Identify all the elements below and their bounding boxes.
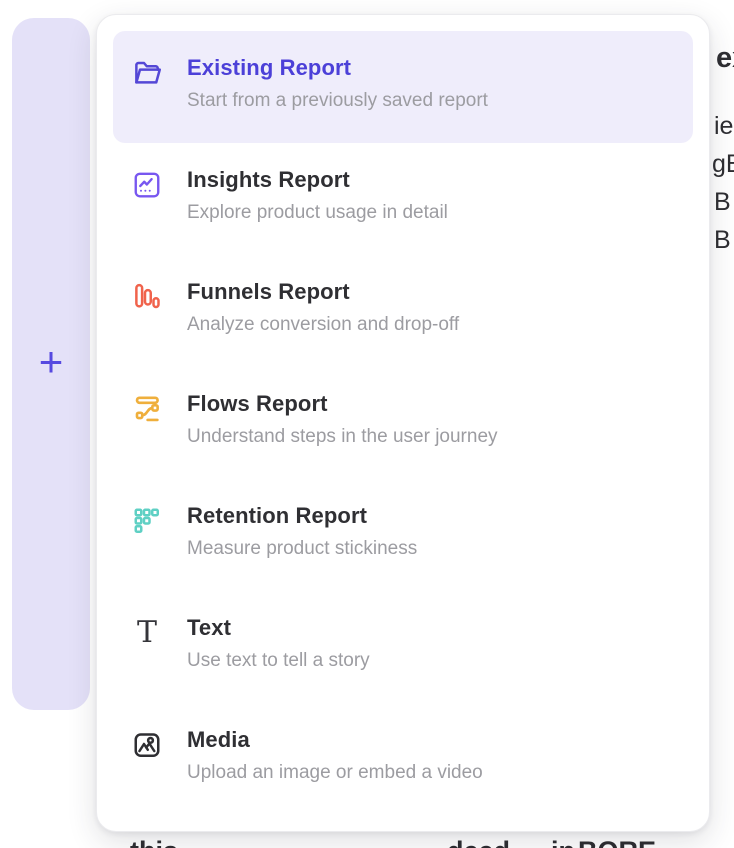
funnel-bars-icon	[131, 281, 163, 313]
background-text-fragment: B	[714, 188, 731, 217]
menu-item-title: Text	[187, 615, 370, 641]
menu-item-subtitle: Use text to tell a story	[187, 650, 370, 673]
menu-item-retention-report[interactable]: Retention Report Measure product stickin…	[113, 479, 693, 591]
menu-item-title: Retention Report	[187, 503, 417, 529]
menu-item-subtitle: Analyze conversion and drop-off	[187, 314, 459, 337]
retention-grid-icon	[131, 505, 163, 537]
text-serif-icon: T	[131, 617, 163, 649]
background-bottom-text: this deed in BORE	[96, 836, 734, 848]
menu-item-title: Existing Report	[187, 55, 488, 81]
menu-item-title: Funnels Report	[187, 279, 459, 305]
menu-item-funnels-report[interactable]: Funnels Report Analyze conversion and dr…	[113, 255, 693, 367]
menu-item-subtitle: Understand steps in the user journey	[187, 426, 498, 449]
menu-item-title: Flows Report	[187, 391, 498, 417]
plus-icon: +	[39, 341, 64, 383]
menu-item-insights-report[interactable]: Insights Report Explore product usage in…	[113, 143, 693, 255]
menu-item-subtitle: Upload an image or embed a video	[187, 762, 483, 785]
add-card-rail[interactable]: +	[12, 18, 90, 710]
menu-item-title: Insights Report	[187, 167, 448, 193]
menu-item-title: Media	[187, 727, 483, 753]
menu-item-media[interactable]: Media Upload an image or embed a video	[113, 703, 693, 815]
background-text-fragment: B	[714, 226, 731, 255]
insights-chart-icon	[131, 169, 163, 201]
background-text-fragment: ex	[716, 42, 734, 75]
background-text-fragment: gB	[712, 150, 734, 179]
menu-item-flows-report[interactable]: Flows Report Understand steps in the use…	[113, 367, 693, 479]
flows-icon	[131, 393, 163, 425]
menu-item-text[interactable]: T Text Use text to tell a story	[113, 591, 693, 703]
board-page: ex ie gB B B this deed in BORE + Existin…	[0, 0, 734, 848]
background-text-fragment: this	[130, 836, 178, 848]
background-text-fragment: BORE	[578, 836, 656, 848]
media-image-icon	[131, 729, 163, 761]
background-text-fragment: deed	[447, 836, 510, 848]
menu-item-subtitle: Start from a previously saved report	[187, 90, 488, 113]
add-card-menu: Existing Report Start from a previously …	[96, 14, 710, 832]
background-text-fragment: ie	[714, 112, 733, 141]
background-text-fragment: in	[551, 836, 575, 848]
menu-item-subtitle: Measure product stickiness	[187, 538, 417, 561]
menu-item-existing-report[interactable]: Existing Report Start from a previously …	[113, 31, 693, 143]
folder-open-icon	[131, 57, 163, 89]
menu-item-subtitle: Explore product usage in detail	[187, 202, 448, 225]
